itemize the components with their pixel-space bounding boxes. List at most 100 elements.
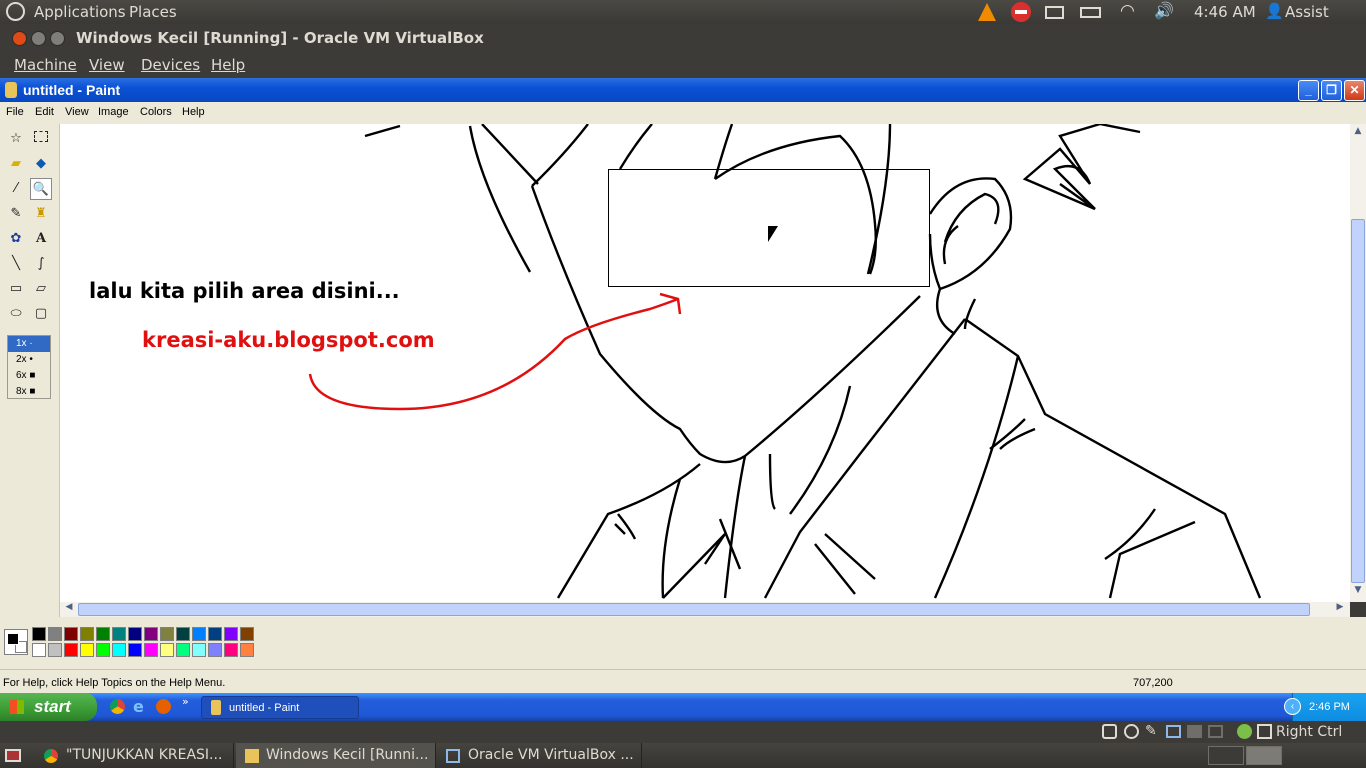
- vertical-scroll-thumb[interactable]: [1351, 219, 1365, 583]
- paint-canvas[interactable]: lalu kita pilih area disini... kreasi-ak…: [60, 124, 1350, 602]
- palette-swatch[interactable]: [240, 643, 254, 657]
- palette-swatch[interactable]: [192, 643, 206, 657]
- shared-folder-icon[interactable]: [1187, 725, 1202, 738]
- palette-swatch[interactable]: [224, 643, 238, 657]
- no-entry-icon[interactable]: [1011, 2, 1031, 22]
- ubuntu-logo-icon[interactable]: [6, 2, 25, 21]
- line-icon[interactable]: ╲: [5, 253, 27, 275]
- palette-swatch[interactable]: [48, 627, 62, 641]
- display-icon[interactable]: [1208, 725, 1223, 738]
- palette-swatch[interactable]: [80, 627, 94, 641]
- horizontal-scrollbar[interactable]: ◀ ▶: [60, 602, 1350, 617]
- palette-swatch[interactable]: [144, 643, 158, 657]
- workspace-2[interactable]: [1246, 746, 1282, 765]
- brush-icon[interactable]: ♜: [30, 203, 52, 225]
- quicklaunch-more-icon[interactable]: »: [182, 695, 189, 708]
- close-button[interactable]: [12, 31, 27, 46]
- curve-icon[interactable]: ∫: [30, 253, 52, 275]
- palette-swatch[interactable]: [64, 643, 78, 657]
- quicklaunch-chrome-icon[interactable]: [110, 699, 125, 714]
- battery-icon[interactable]: [1080, 7, 1101, 18]
- text-icon[interactable]: A: [30, 228, 52, 250]
- paint-menu-colors[interactable]: Colors: [140, 106, 172, 118]
- tray-expand-icon[interactable]: ‹: [1284, 698, 1301, 715]
- scroll-down-button[interactable]: ▼: [1351, 585, 1365, 599]
- quicklaunch-firefox-icon[interactable]: [156, 699, 171, 714]
- ubuntu-task-windows-kecil[interactable]: Windows Kecil [Runni...: [236, 743, 436, 768]
- menu-machine[interactable]: Machine: [14, 56, 77, 74]
- clock[interactable]: 4:46 AM: [1194, 3, 1256, 21]
- palette-swatch[interactable]: [224, 627, 238, 641]
- menu-help[interactable]: Help: [211, 56, 245, 74]
- network-icon[interactable]: [1166, 725, 1181, 738]
- palette-swatch[interactable]: [32, 643, 46, 657]
- paint-menu-help[interactable]: Help: [182, 106, 205, 118]
- palette-swatch[interactable]: [112, 643, 126, 657]
- places-menu[interactable]: Places: [129, 3, 177, 21]
- minimize-button[interactable]: [31, 31, 46, 46]
- current-colors[interactable]: [4, 629, 28, 655]
- vlc-icon[interactable]: [978, 3, 996, 21]
- tray-clock[interactable]: 2:46 PM: [1309, 701, 1350, 713]
- zoom-8x[interactable]: 8x ■: [8, 384, 50, 400]
- palette-swatch[interactable]: [112, 627, 126, 641]
- ubuntu-task-chrome[interactable]: "TUNJUKKAN KREASI...: [36, 743, 234, 768]
- palette-swatch[interactable]: [176, 643, 190, 657]
- paint-menu-view[interactable]: View: [65, 106, 89, 118]
- ellipse-icon[interactable]: ⬭: [5, 303, 27, 325]
- palette-swatch[interactable]: [208, 643, 222, 657]
- palette-swatch[interactable]: [64, 627, 78, 641]
- paint-close-button[interactable]: ✕: [1344, 80, 1365, 101]
- paint-menu-image[interactable]: Image: [98, 106, 129, 118]
- start-button[interactable]: start: [0, 693, 97, 721]
- palette-swatch[interactable]: [144, 627, 158, 641]
- applications-menu[interactable]: Applications: [34, 3, 126, 21]
- scroll-left-button[interactable]: ◀: [62, 602, 76, 616]
- ubuntu-task-virtualbox[interactable]: Oracle VM VirtualBox ...: [438, 743, 642, 768]
- zoom-6x[interactable]: 6x ■: [8, 368, 50, 384]
- maximize-button[interactable]: [50, 31, 65, 46]
- vertical-scrollbar[interactable]: ▲ ▼: [1350, 124, 1366, 602]
- pick-color-icon[interactable]: ⁄: [5, 178, 27, 200]
- menu-view[interactable]: View: [89, 56, 125, 74]
- scroll-up-button[interactable]: ▲: [1351, 126, 1365, 140]
- rounded-rect-icon[interactable]: ▢: [30, 303, 52, 325]
- paint-menu-file[interactable]: File: [6, 106, 24, 118]
- quicklaunch-ie-icon[interactable]: e: [133, 697, 144, 716]
- paint-app-icon[interactable]: [5, 82, 17, 98]
- zoom-1x[interactable]: 1x ·: [8, 336, 50, 352]
- keyboard-capture-icon[interactable]: [1257, 724, 1272, 739]
- free-select-icon[interactable]: ☆: [5, 128, 27, 150]
- polygon-icon[interactable]: ⏥: [30, 278, 52, 300]
- rect-select-icon[interactable]: [30, 128, 52, 150]
- palette-swatch[interactable]: [128, 627, 142, 641]
- user-menu[interactable]: Assist: [1285, 3, 1329, 21]
- cd-icon[interactable]: [1124, 724, 1139, 739]
- scroll-right-button[interactable]: ▶: [1333, 602, 1347, 616]
- pencil-icon[interactable]: ✎: [5, 203, 27, 225]
- palette-swatch[interactable]: [128, 643, 142, 657]
- mail-icon[interactable]: [1045, 6, 1064, 19]
- rectangle-icon[interactable]: ▭: [5, 278, 27, 300]
- show-desktop-icon[interactable]: [5, 749, 21, 762]
- palette-swatch[interactable]: [48, 643, 62, 657]
- palette-swatch[interactable]: [240, 627, 254, 641]
- palette-swatch[interactable]: [96, 643, 110, 657]
- paint-menu-edit[interactable]: Edit: [35, 106, 54, 118]
- magnifier-icon[interactable]: 🔍: [30, 178, 52, 200]
- hdd-icon[interactable]: [1102, 724, 1117, 739]
- taskbar-item-paint[interactable]: untitled - Paint: [201, 696, 359, 719]
- paint-maximize-button[interactable]: ❐: [1321, 80, 1342, 101]
- volume-icon[interactable]: 🔊: [1154, 1, 1174, 20]
- mouse-integration-icon[interactable]: [1237, 724, 1252, 739]
- user-icon[interactable]: 👤: [1265, 2, 1284, 20]
- workspace-1[interactable]: [1208, 746, 1244, 765]
- menu-devices[interactable]: Devices: [141, 56, 200, 74]
- wifi-icon[interactable]: ◠: [1120, 1, 1135, 21]
- palette-swatch[interactable]: [96, 627, 110, 641]
- palette-swatch[interactable]: [192, 627, 206, 641]
- palette-swatch[interactable]: [176, 627, 190, 641]
- palette-swatch[interactable]: [160, 643, 174, 657]
- eraser-icon[interactable]: ▰: [5, 153, 27, 175]
- palette-swatch[interactable]: [80, 643, 94, 657]
